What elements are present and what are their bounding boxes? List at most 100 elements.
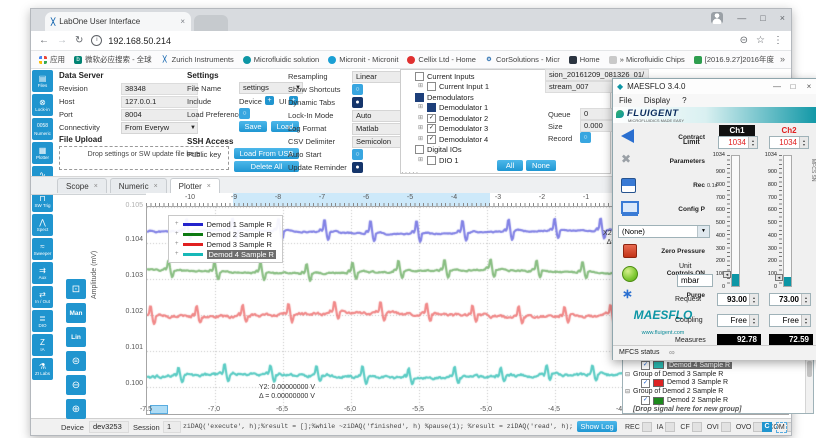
- select-all-button[interactable]: All: [497, 160, 523, 171]
- bookmark-corsolutions[interactable]: ⚙CorSolutions - Micr: [485, 55, 560, 64]
- rec-button[interactable]: Rec: [641, 182, 705, 189]
- parameters-button[interactable]: Parameters: [641, 158, 705, 165]
- limit-ch2-spinner[interactable]: 1034▲▼: [769, 136, 809, 149]
- select-none-button[interactable]: None: [526, 160, 556, 171]
- legend-item-demod-3-sample-r[interactable]: +Demod 3 Sample R: [175, 239, 276, 249]
- zero-pressure-button[interactable]: Zero Pressure: [641, 248, 705, 255]
- checkbox-checked[interactable]: ✓: [427, 114, 436, 123]
- zero-pressure-icon[interactable]: [623, 244, 637, 258]
- reload-icon[interactable]: ↻: [75, 35, 83, 46]
- coupling-ch2-spinner[interactable]: Free▲▼: [769, 314, 811, 327]
- slider-handle[interactable]: ◂: [775, 274, 783, 281]
- zoom-out-button[interactable]: ⊖: [66, 375, 86, 395]
- slider-track[interactable]: [783, 155, 792, 287]
- signal-groups-scrollbar[interactable]: [805, 359, 813, 413]
- expand-icon[interactable]: ⊞: [417, 136, 424, 143]
- spinner-arrows-icon[interactable]: ▲▼: [799, 137, 808, 148]
- contract-arrow-icon[interactable]: [621, 129, 634, 143]
- checkbox-unchecked[interactable]: [415, 72, 424, 81]
- spinner-arrows-icon[interactable]: ▲▼: [749, 294, 758, 305]
- spinner-arrows-icon[interactable]: ▲▼: [801, 294, 810, 305]
- sidebar-item-sweeper[interactable]: ≈Sweeper: [32, 238, 53, 260]
- sidebar-item-dio[interactable]: ≣DIO: [32, 310, 53, 332]
- signal-drop-drop-signal-here-for-new-group[interactable]: [Drop signal here for new group]: [625, 405, 813, 414]
- connectivity-dropdown[interactable]: From Everyw▼: [121, 122, 198, 134]
- sidebar-item-plotter[interactable]: ▦Plotter: [32, 142, 53, 164]
- show-shortcuts-toggle[interactable]: ○: [352, 84, 363, 95]
- legend-item-demod-4-sample-r[interactable]: +Demod 4 Sample R: [175, 249, 276, 259]
- collapse-icon[interactable]: ⊟: [625, 388, 630, 395]
- unit-value-box[interactable]: mbar: [677, 274, 713, 287]
- checkbox-checked[interactable]: ✓: [427, 135, 436, 144]
- minimize-button[interactable]: —: [737, 13, 746, 23]
- bookmark-bing[interactable]: b微软必应搜索 - 全球: [74, 54, 152, 65]
- zoom-fit-button[interactable]: ⊜: [66, 351, 86, 371]
- signal-group-group-of-demod-3-sample-r[interactable]: ⊟Group of Demod 3 Sample R: [625, 370, 813, 379]
- update-reminder-toggle[interactable]: ●: [352, 162, 363, 173]
- expand-icon[interactable]: ⊞: [417, 115, 424, 122]
- checkbox-checked[interactable]: ✓: [641, 361, 650, 370]
- tab-close-icon[interactable]: ×: [207, 183, 211, 190]
- controls-on-icon[interactable]: [622, 266, 638, 282]
- zoom-indicator-icon[interactable]: ⊝: [740, 35, 748, 46]
- checkbox-partial[interactable]: [415, 93, 424, 102]
- ch2-header[interactable]: Ch2: [771, 125, 807, 136]
- spinner-arrows-icon[interactable]: ▲▼: [801, 315, 810, 326]
- sidebar-item-aux[interactable]: ⇉Aux: [32, 262, 53, 284]
- slider-handle[interactable]: ◂: [723, 271, 731, 278]
- save-button[interactable]: Save: [239, 121, 267, 132]
- signal-leaf-demod-3-sample-r[interactable]: ✓Demod 3 Sample R: [625, 379, 813, 388]
- maesflo-menu-display[interactable]: Display: [644, 96, 670, 105]
- bookmark-doc[interactable]: [2016.9.27]2016年度: [694, 54, 774, 65]
- spinner-arrows-icon[interactable]: ▲▼: [748, 137, 757, 148]
- sidebar-item-zi-labs[interactable]: ⚗ZI Labs: [32, 358, 53, 380]
- checkbox-checked[interactable]: ✓: [427, 124, 436, 133]
- manual-scale-button[interactable]: Man: [66, 303, 86, 323]
- maesflo-close-button[interactable]: ×: [803, 82, 815, 91]
- show-log-button[interactable]: Show Log: [577, 421, 617, 432]
- ch1-header[interactable]: Ch1: [719, 125, 755, 136]
- sidebar-item-files[interactable]: ▤Files: [32, 70, 53, 92]
- signal-leaf-demod-4-sample-r[interactable]: ✓Demod 4 Sample R: [625, 361, 813, 370]
- browser-menu-icon[interactable]: ⋮: [773, 35, 783, 46]
- bookmark-star-icon[interactable]: ☆: [756, 35, 765, 46]
- browser-tab[interactable]: ╳ LabOne User Interface ×: [45, 12, 191, 31]
- bookmark-cellix[interactable]: Cellix Ltd - Home: [407, 55, 476, 64]
- sidebar-item-ia[interactable]: ZIA: [32, 334, 53, 356]
- browser-tab-stub[interactable]: [194, 15, 228, 31]
- linear-scale-button[interactable]: Lin: [66, 327, 86, 347]
- url-box[interactable]: i 192.168.50.214: [91, 35, 731, 46]
- bookmark-micronit[interactable]: Micronit - Micronit: [328, 55, 398, 64]
- sidebar-item-lock-in[interactable]: ⊗Lock-in: [32, 94, 53, 116]
- auto-start-toggle[interactable]: ○: [352, 149, 363, 160]
- checkbox-checked[interactable]: ✓: [641, 396, 650, 405]
- maesflo-minimize-button[interactable]: —: [771, 82, 783, 91]
- tab-close-icon[interactable]: ×: [154, 183, 158, 190]
- tab-numeric[interactable]: Numeric×: [110, 178, 167, 193]
- expand-icon[interactable]: ⊞: [417, 83, 424, 90]
- bookmark-fluigent[interactable]: Microfluidic solution: [243, 55, 319, 64]
- legend-expand-icon[interactable]: +: [175, 251, 179, 257]
- record-toggle[interactable]: ○: [580, 132, 591, 143]
- config-computer-icon[interactable]: [621, 201, 639, 214]
- request-ch1-spinner[interactable]: 93.00▲▼: [717, 293, 759, 306]
- sidebar-item-in-out[interactable]: ⇄In / Out: [32, 286, 53, 308]
- maesflo-titlebar[interactable]: ◆ MAESFLO 3.4.0 — □ ×: [613, 79, 816, 95]
- bookmarks-overflow-icon[interactable]: »: [780, 54, 785, 64]
- legend-expand-icon[interactable]: +: [175, 241, 179, 247]
- zoom-in-button[interactable]: ⊕: [66, 399, 86, 419]
- checkbox-partial[interactable]: [427, 103, 436, 112]
- checkbox-unchecked[interactable]: [427, 82, 436, 91]
- back-icon[interactable]: ←: [39, 35, 49, 46]
- legend-expand-icon[interactable]: +: [175, 221, 179, 227]
- maesflo-profile-dropdown[interactable]: (None) ▼: [618, 225, 710, 238]
- plot-legend[interactable]: +Demod 1 Sample R+Demod 2 Sample R+Demod…: [168, 215, 283, 263]
- maesflo-menu-file[interactable]: File: [619, 96, 632, 105]
- limit-ch1-spinner[interactable]: 1034▲▼: [718, 136, 758, 149]
- tab-scope[interactable]: Scope×: [57, 178, 107, 193]
- expand-icon[interactable]: ⊞: [417, 104, 424, 111]
- spinner-arrows-icon[interactable]: ▲▼: [749, 315, 758, 326]
- bookmark-apps[interactable]: 应用: [39, 54, 65, 65]
- purge-icon[interactable]: ∗: [622, 286, 633, 302]
- dynamic-tabs-toggle[interactable]: ●: [352, 97, 363, 108]
